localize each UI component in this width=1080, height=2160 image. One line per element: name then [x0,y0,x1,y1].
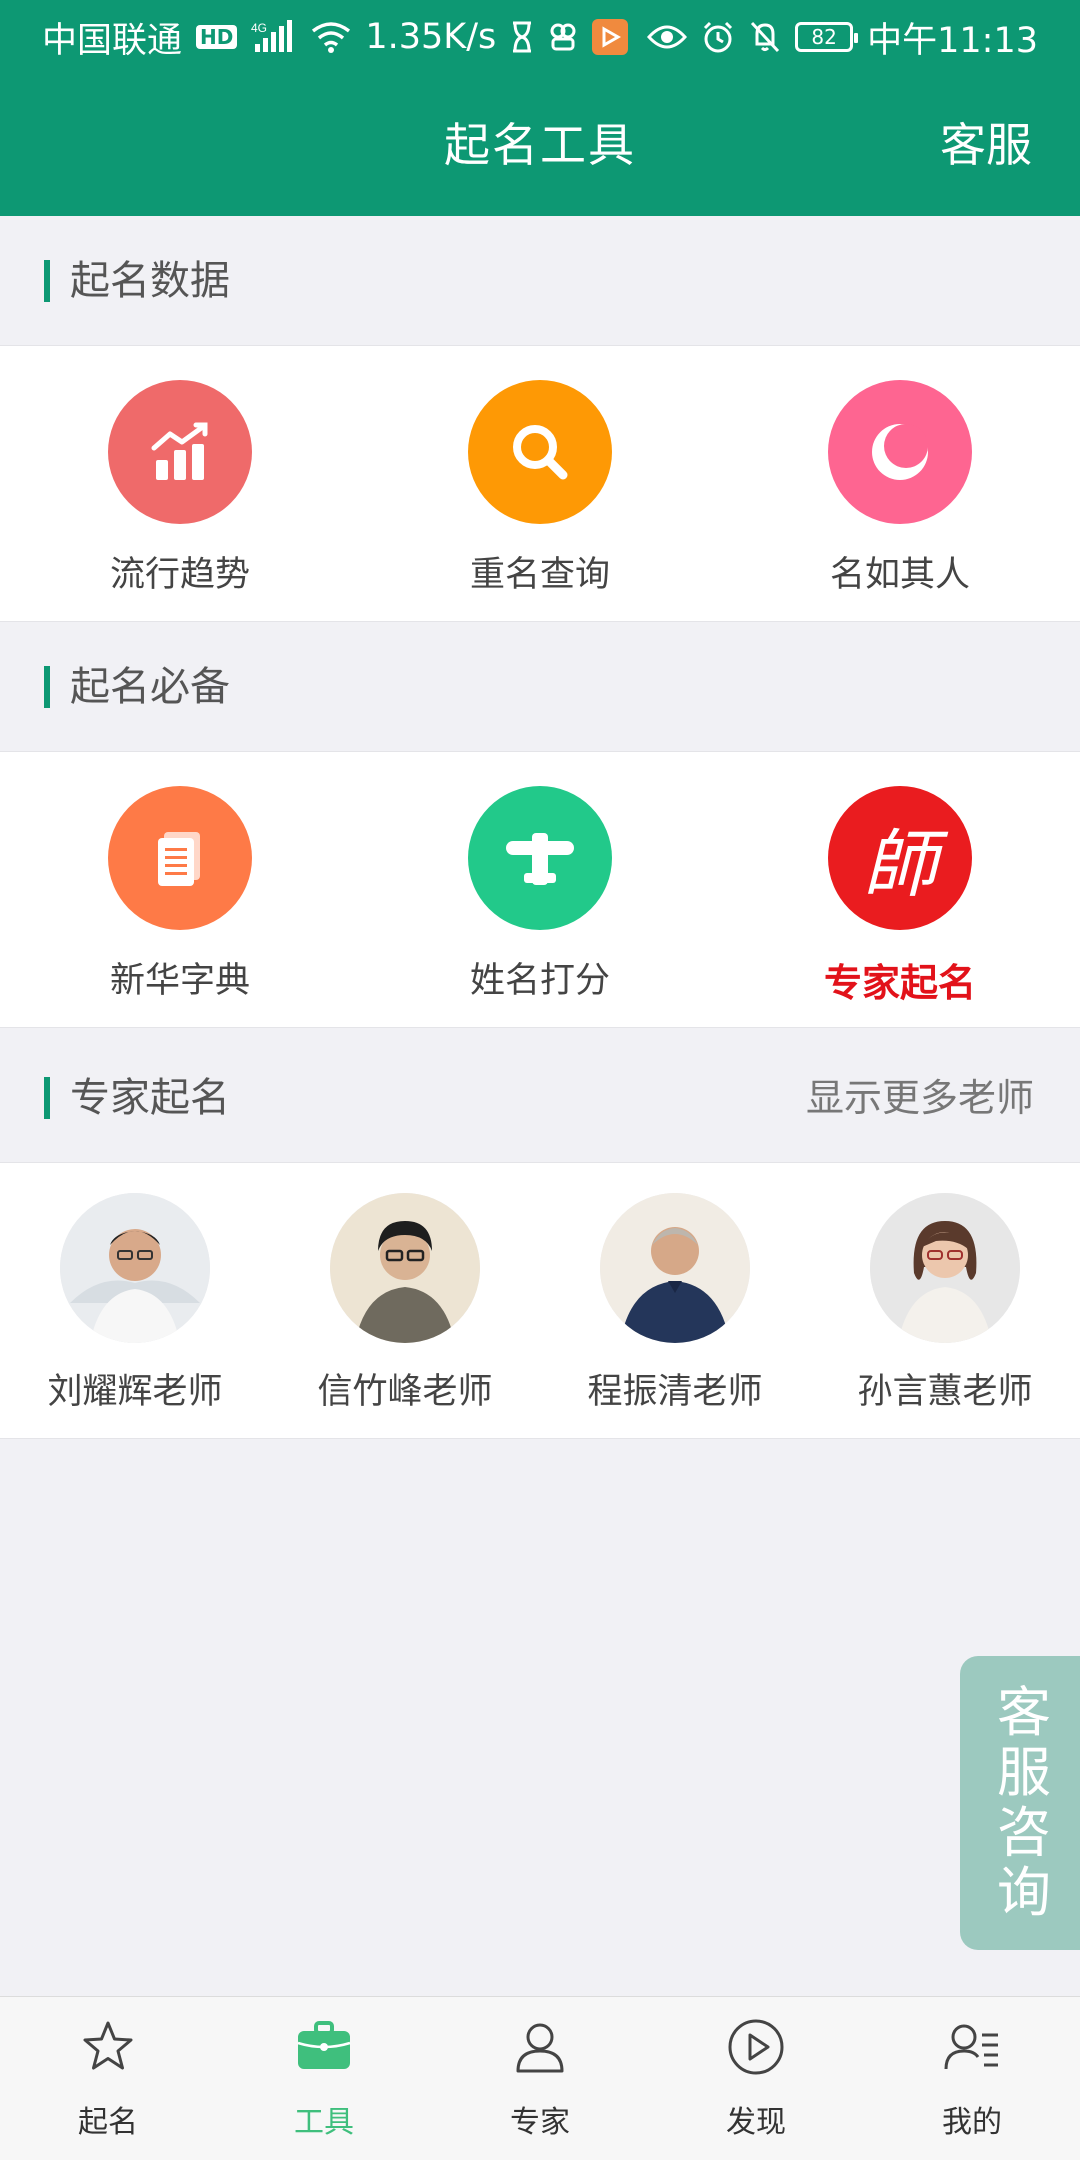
tool-xinhua-dictionary[interactable]: 新华字典 [0,752,360,1028]
network-type-label: 4G [251,21,267,35]
bottom-navigation: 起名 工具 专家 发现 我的 [0,1996,1080,2160]
experts-row: 刘耀辉老师 信竹峰老师 程振清老师 孙言蕙老师 [0,1163,1080,1439]
mute-bell-icon [749,20,781,54]
tool-label: 新华字典 [109,961,250,1001]
play-icon [726,2017,786,2077]
naming-essentials-grid: 新华字典 姓名打分 師 专家起名 [0,752,1080,1028]
page-title: 起名工具 [444,118,636,172]
show-more-teachers-link[interactable]: 显示更多老师 [806,1033,1034,1163]
status-bar: 中国联通 HD 4G 1.35K/s 82 中午11:13 [0,0,1080,74]
master-seal-icon: 師 [828,786,972,930]
tool-popularity-trend[interactable]: 流行趋势 [0,346,360,622]
alarm-icon [701,20,735,54]
naming-data-grid: 流行趋势 重名查询 名如其人 [0,346,1080,622]
floating-consult-button[interactable]: 客服咨询 [960,1656,1080,1950]
expert-card[interactable]: 程振清老师 [540,1163,810,1439]
expert-card[interactable]: 信竹峰老师 [270,1163,540,1439]
dictionary-icon [108,786,252,930]
expert-avatar [870,1193,1020,1343]
section-accent-bar [44,665,50,708]
tool-label: 名如其人 [829,555,970,595]
tool-duplicate-name-search[interactable]: 重名查询 [360,346,720,622]
person-icon [510,2017,570,2077]
star-icon [78,2017,138,2077]
screen: 中国联通 HD 4G 1.35K/s 82 中午11:13 起名工具 客服 起名… [0,0,1080,2160]
tool-label: 专家起名 [823,961,976,1005]
video-app-icon [592,19,629,55]
tool-label: 重名查询 [469,555,610,595]
briefcase-icon [294,2017,354,2077]
section-header-naming-essentials: 起名必备 [0,622,1080,752]
section-accent-bar [44,259,50,302]
expert-avatar [330,1193,480,1343]
customer-service-button[interactable]: 客服 [940,74,1032,216]
nav-item-naming[interactable]: 起名 [0,1997,216,2160]
expert-name: 程振清老师 [587,1372,763,1412]
wifi-icon [311,21,351,53]
nav-label: 工具 [294,2105,354,2140]
master-glyph: 師 [863,821,937,908]
nav-item-mine[interactable]: 我的 [864,1997,1080,2160]
tool-name-like-person[interactable]: 名如其人 [720,346,1080,622]
consult-label: 客服咨询 [997,1681,1051,1924]
section-header-expert-naming: 专家起名 显示更多老师 [0,1033,1080,1163]
network-speed: 1.35K/s [365,17,497,57]
score-icon [468,786,612,930]
nav-item-experts[interactable]: 专家 [432,1997,648,2160]
tool-expert-naming[interactable]: 師 专家起名 [720,752,1080,1028]
expert-name: 信竹峰老师 [317,1372,493,1412]
nav-label: 起名 [78,2105,138,2140]
section-title: 起名必备 [70,664,230,710]
section-header-naming-data: 起名数据 [0,216,1080,346]
signal-icon: 4G [251,20,297,54]
section-accent-bar [44,1076,50,1119]
carrier-label: 中国联通 [42,20,183,61]
eye-icon [647,23,688,51]
nav-label: 我的 [942,2105,1002,2140]
expert-avatar [60,1193,210,1343]
trend-chart-icon [108,380,252,524]
expert-card[interactable]: 孙言蕙老师 [810,1163,1080,1439]
nav-label: 发现 [726,2105,786,2140]
clock: 中午11:13 [867,20,1038,61]
app-header: 起名工具 客服 [0,74,1080,216]
nav-item-tools[interactable]: 工具 [216,1997,432,2160]
tool-label: 姓名打分 [469,961,610,1001]
profile-list-icon [942,2017,1002,2077]
hourglass-icon [510,21,534,53]
nav-item-discover[interactable]: 发现 [648,1997,864,2160]
section-title: 起名数据 [70,258,230,304]
section-title: 专家起名 [70,1075,230,1121]
expert-name: 孙言蕙老师 [857,1372,1033,1412]
tool-label: 流行趋势 [109,555,250,595]
expert-avatar [600,1193,750,1343]
tool-name-score[interactable]: 姓名打分 [360,752,720,1028]
search-icon [468,380,612,524]
expert-name: 刘耀辉老师 [47,1372,223,1412]
battery-indicator: 82 [795,22,859,52]
crescent-icon [828,380,972,524]
nav-label: 专家 [510,2105,570,2140]
app-notification-icon [548,22,578,52]
expert-card[interactable]: 刘耀辉老师 [0,1163,270,1439]
hd-badge: HD [196,25,238,49]
